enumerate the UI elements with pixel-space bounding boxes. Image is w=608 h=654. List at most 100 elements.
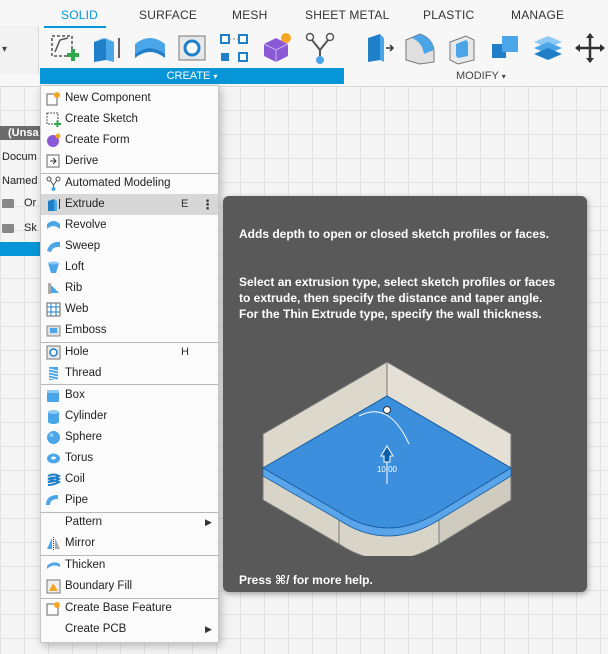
menu-item-pipe[interactable]: Pipe	[41, 490, 218, 511]
thread-icon	[48, 367, 59, 381]
browser-sketches-row[interactable]: Sk	[2, 222, 37, 234]
menu-item-derive[interactable]: Derive	[41, 151, 218, 172]
menu-item-extrude[interactable]: Extrude E ⋮	[41, 194, 218, 215]
rib-icon	[48, 283, 59, 294]
emboss-icon	[46, 325, 61, 337]
offset-face-tool-icon[interactable]	[530, 30, 566, 66]
create-sketch-icon	[46, 112, 61, 127]
browser-named-views[interactable]: Named	[2, 175, 37, 187]
pipe-icon	[46, 495, 59, 506]
menu-item-rib[interactable]: Rib	[41, 278, 218, 299]
boundary-fill-icon	[46, 579, 61, 594]
tooltip-summary: Adds depth to open or closed sketch prof…	[239, 227, 550, 241]
menu-item-boundary-fill[interactable]: Boundary Fill	[41, 576, 218, 597]
menu-item-coil[interactable]: Coil	[41, 469, 218, 490]
create-base-feature-icon	[46, 602, 60, 616]
tab-sheet-metal[interactable]: SHEET METAL	[305, 8, 389, 22]
create-form-tool-icon[interactable]	[258, 30, 294, 66]
menu-item-revolve[interactable]: Revolve	[41, 215, 218, 236]
more-options-icon[interactable]: ⋮	[201, 194, 214, 215]
sweep-icon	[47, 241, 60, 252]
active-tab-indicator	[44, 26, 106, 28]
caret-down-icon: ▾	[501, 72, 506, 81]
submenu-arrow-icon: ▶	[205, 624, 212, 634]
cylinder-icon	[48, 410, 59, 424]
caret-down-icon: ▾	[2, 44, 8, 55]
tab-manage[interactable]: MANAGE	[511, 8, 564, 22]
menu-item-emboss[interactable]: Emboss	[41, 320, 218, 341]
shortcut-key: H	[181, 346, 189, 358]
menu-item-pattern[interactable]: Pattern ▶	[41, 512, 218, 533]
modify-label: MODIFY	[456, 70, 499, 82]
rectangular-pattern-tool-icon[interactable]	[216, 30, 252, 66]
thicken-icon	[47, 562, 60, 569]
torus-icon	[47, 453, 60, 464]
menu-item-sweep[interactable]: Sweep	[41, 236, 218, 257]
tooltip-detail: Select an extrusion type, select sketch …	[239, 275, 556, 321]
browser-document-settings[interactable]: Docum	[2, 151, 37, 163]
workspace-tabs: SOLID SURFACE MESH SHEET METAL PLASTIC M…	[0, 0, 608, 26]
submenu-arrow-icon: ▶	[205, 517, 212, 527]
automated-modeling-tool-icon[interactable]	[302, 30, 338, 66]
web-icon	[46, 302, 61, 317]
menu-item-create-base-feature[interactable]: Create Base Feature	[41, 598, 218, 619]
extrude-distance-label: 10.00	[377, 465, 398, 474]
create-form-icon	[47, 133, 61, 147]
folder-icon	[2, 223, 14, 233]
mirror-icon	[47, 537, 60, 550]
menu-item-automated-modeling[interactable]: Automated Modeling	[41, 173, 218, 194]
revolve-tool-icon[interactable]	[132, 30, 168, 66]
create-menu: New Component Create Sketch Create Form …	[40, 85, 219, 643]
loft-icon	[48, 261, 59, 273]
menu-item-thicken[interactable]: Thicken	[41, 555, 218, 576]
create-dropdown-button[interactable]: CREATE ▾	[40, 68, 344, 84]
extrude-tooltip: Adds depth to open or closed sketch prof…	[223, 196, 587, 592]
tab-plastic[interactable]: PLASTIC	[423, 8, 474, 22]
fillet-tool-icon[interactable]	[402, 30, 438, 66]
design-workspace-switcher[interactable]: ▾	[0, 26, 39, 74]
automated-modeling-icon	[46, 176, 61, 191]
caret-down-icon: ▾	[213, 72, 218, 81]
press-pull-tool-icon[interactable]	[360, 30, 396, 66]
toolbar-ribbon: SOLID SURFACE MESH SHEET METAL PLASTIC M…	[0, 0, 608, 87]
menu-item-cylinder[interactable]: Cylinder	[41, 406, 218, 427]
tab-surface[interactable]: SURFACE	[139, 8, 197, 22]
box-icon	[47, 390, 59, 402]
tab-mesh[interactable]: MESH	[232, 8, 267, 22]
menu-item-thread[interactable]: Thread	[41, 363, 218, 384]
menu-item-sphere[interactable]: Sphere	[41, 427, 218, 448]
menu-item-box[interactable]: Box	[41, 385, 218, 406]
revolve-icon	[47, 221, 60, 229]
menu-item-loft[interactable]: Loft	[41, 257, 218, 278]
menu-item-web[interactable]: Web	[41, 299, 218, 320]
hole-tool-icon[interactable]	[174, 30, 210, 66]
browser-sketches-label: Sk	[24, 222, 37, 234]
shell-tool-icon[interactable]	[444, 30, 480, 66]
menu-item-create-pcb[interactable]: Create PCB ▶	[41, 619, 218, 640]
new-component-icon	[46, 92, 60, 106]
modify-dropdown-button[interactable]: MODIFY ▾	[456, 70, 506, 82]
menu-item-create-sketch[interactable]: Create Sketch	[41, 109, 218, 130]
hole-icon	[46, 345, 61, 360]
extrude-illustration: 10.00	[262, 361, 512, 556]
extrude-icon	[48, 199, 60, 211]
menu-item-mirror[interactable]: Mirror	[41, 533, 218, 554]
menu-item-torus[interactable]: Torus	[41, 448, 218, 469]
tooltip-help-hint: Press ⌘/ for more help.	[239, 573, 373, 587]
combine-tool-icon[interactable]	[488, 30, 524, 66]
menu-item-create-form[interactable]: Create Form	[41, 130, 218, 151]
sphere-icon	[47, 431, 60, 444]
browser-origin-row[interactable]: Or	[2, 197, 36, 209]
move-copy-tool-icon[interactable]	[572, 30, 608, 66]
extrude-tool-icon[interactable]	[88, 30, 124, 66]
create-label: CREATE	[166, 70, 211, 82]
create-sketch-tool-icon[interactable]	[46, 30, 82, 66]
menu-item-hole[interactable]: Hole H	[41, 342, 218, 363]
coil-icon	[47, 473, 61, 486]
browser-origin-label: Or	[24, 197, 37, 209]
derive-icon	[46, 154, 60, 168]
shortcut-key: E	[181, 198, 189, 210]
menu-item-new-component[interactable]: New Component	[41, 88, 218, 109]
selected-sketch-row[interactable]	[0, 242, 40, 256]
tab-solid[interactable]: SOLID	[61, 8, 98, 22]
